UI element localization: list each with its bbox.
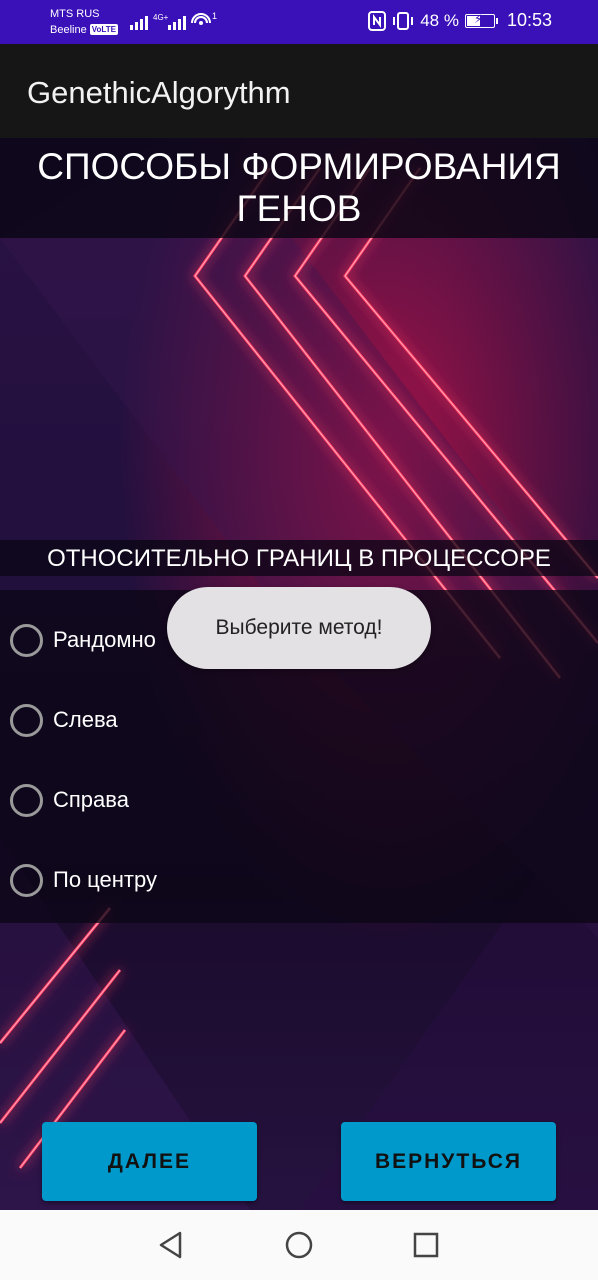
radio-option-left[interactable]: Слева: [10, 700, 118, 740]
back-triangle-icon[interactable]: [156, 1230, 186, 1260]
battery-percent: 48 %: [420, 10, 459, 30]
carrier-1: MTS RUS: [50, 8, 100, 20]
radio-label: По центру: [53, 867, 157, 892]
wifi-hotspot-icon: 1: [191, 11, 217, 25]
radio-label: Рандомно: [53, 627, 156, 652]
network-type: 4G+: [153, 13, 169, 22]
section-subtitle: ОТНОСИТЕЛЬНО ГРАНИЦ В ПРОЦЕССОРЕ: [47, 545, 551, 572]
recents-square-icon[interactable]: [411, 1230, 441, 1260]
vibrate-icon: [393, 11, 414, 30]
next-button[interactable]: ДАЛЕЕ: [42, 1122, 257, 1201]
status-bar: MTS RUS Beeline VoLTE 4G+ 1 48 % ⚡ 10:53: [0, 0, 598, 44]
nfc-icon: [368, 10, 387, 31]
radio-button[interactable]: [10, 623, 43, 657]
radio-button[interactable]: [10, 703, 43, 737]
clock: 10:53: [506, 10, 552, 30]
home-circle-icon[interactable]: [284, 1230, 314, 1260]
radio-label: Слева: [53, 707, 118, 732]
radio-button[interactable]: [10, 863, 43, 897]
radio-option-right[interactable]: Справа: [10, 780, 129, 820]
carrier-info: MTS RUS Beeline VoLTE: [50, 6, 118, 38]
page-title: СПОСОБЫ ФОРМИРОВАНИЯ ГЕНОВ: [37, 146, 561, 229]
battery-icon: ⚡: [464, 12, 498, 28]
app-bar: GenethicAlgorythm: [0, 44, 598, 138]
radio-option-center[interactable]: По центру: [10, 860, 157, 900]
volte-badge: VoLTE: [89, 24, 118, 35]
app-title: GenethicAlgorythm: [27, 75, 291, 110]
radio-option-random[interactable]: Рандомно: [10, 620, 156, 660]
back-button[interactable]: ВЕРНУТЬСЯ: [341, 1122, 556, 1201]
radio-label: Справа: [53, 787, 129, 812]
system-nav-bar: [0, 1210, 598, 1280]
status-right: 48 % ⚡ 10:53: [368, 10, 552, 31]
radio-button[interactable]: [10, 783, 43, 817]
carrier-2: Beeline: [50, 24, 87, 36]
toast-message: Выберите метод!: [167, 587, 431, 669]
sim-index: 1: [212, 11, 217, 21]
